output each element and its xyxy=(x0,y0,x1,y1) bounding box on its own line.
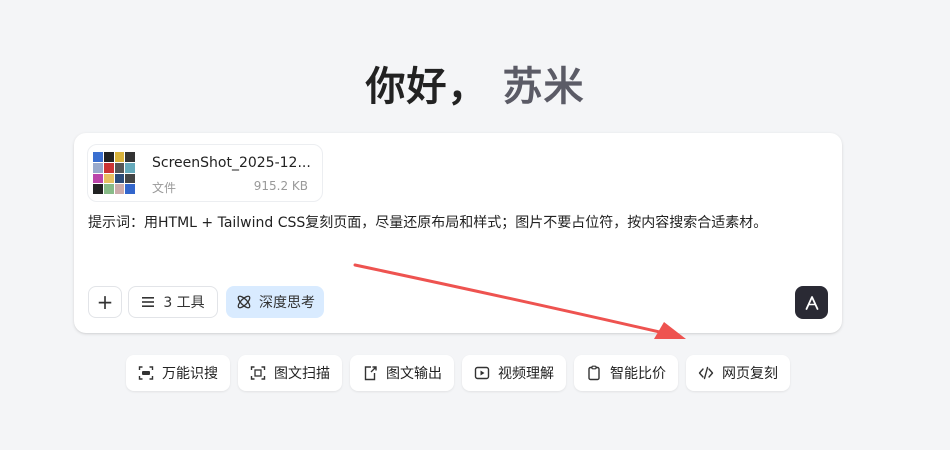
code-icon xyxy=(698,366,714,380)
attachment-file-type: 文件 xyxy=(152,181,177,195)
attachment-chip[interactable]: ScreenShot_2025-12... 文件 915.2 KB xyxy=(87,144,323,202)
attachment-file-name: ScreenShot_2025-12... xyxy=(152,155,311,171)
quick-action-label: 图文扫描 xyxy=(274,366,330,382)
quick-action-label: 图文输出 xyxy=(386,366,442,382)
atom-icon xyxy=(237,295,251,309)
quick-action-label: 网页复刻 xyxy=(722,366,778,382)
greeting-user-name: 苏米 xyxy=(502,64,585,110)
export-icon xyxy=(364,366,377,381)
quick-action-doc-scan[interactable]: 图文扫描 xyxy=(238,355,342,391)
greeting-hello: 你好， xyxy=(365,64,489,110)
add-attachment-button[interactable]: + xyxy=(88,286,122,318)
tools-button[interactable]: 3 工具 xyxy=(128,286,218,318)
quick-action-doc-export[interactable]: 图文输出 xyxy=(350,355,454,391)
list-icon xyxy=(142,297,155,307)
video-icon xyxy=(474,366,490,380)
app-root: 你好， 苏米 ScreenShot_2025-12... 文件 915.2 KB … xyxy=(0,0,950,450)
chat-input-card: ScreenShot_2025-12... 文件 915.2 KB 提示词：用H… xyxy=(74,133,842,333)
deep-think-toggle[interactable]: 深度思考 xyxy=(226,286,324,318)
tools-button-label: 3 工具 xyxy=(163,295,205,311)
doc-scan-icon xyxy=(250,366,266,380)
attachment-file-size: 915.2 KB xyxy=(253,179,308,193)
plus-icon: + xyxy=(96,290,114,314)
greeting-heading: 你好， 苏米 xyxy=(0,58,950,116)
quick-action-web-clone[interactable]: 网页复刻 xyxy=(686,355,790,391)
quick-action-label: 视频理解 xyxy=(498,366,554,382)
deep-think-label: 深度思考 xyxy=(259,295,315,311)
attachment-thumbnail xyxy=(91,150,137,196)
send-button[interactable] xyxy=(795,286,828,319)
clipboard-icon xyxy=(588,365,600,381)
quick-action-label: 万能识搜 xyxy=(162,366,218,382)
quick-action-label: 智能比价 xyxy=(610,366,666,382)
quick-action-ai-search[interactable]: 万能识搜 xyxy=(126,355,230,391)
prompt-input[interactable]: 提示词：用HTML + Tailwind CSS复刻页面，尽量还原布局和样式；图… xyxy=(88,213,828,233)
quick-action-price-compare[interactable]: 智能比价 xyxy=(574,355,678,391)
quick-action-video[interactable]: 视频理解 xyxy=(462,355,566,391)
send-icon xyxy=(805,295,818,310)
ai-scan-icon xyxy=(138,366,154,380)
